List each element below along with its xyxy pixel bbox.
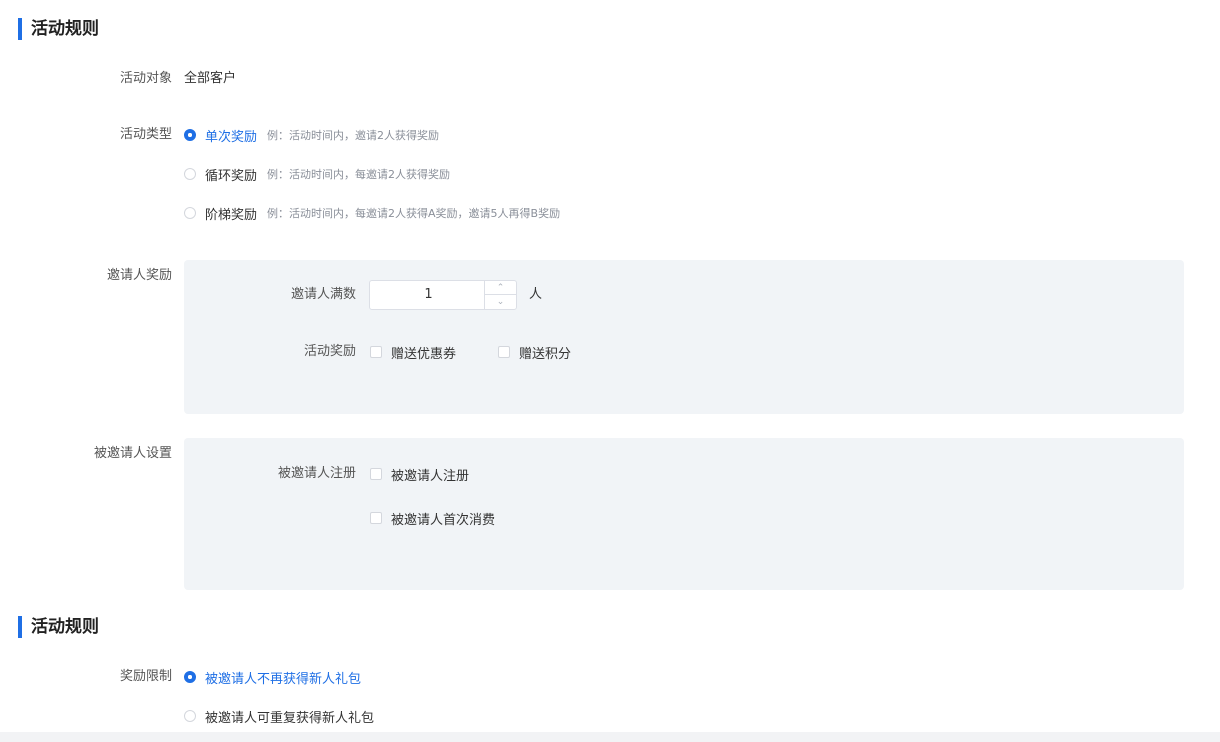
radio-hint: 例：活动时间内，邀请2人获得奖励 (267, 129, 440, 142)
inviter-reward-panel: 邀请人满数 1 ⌃ ⌄ 人 活动奖励 赠送优惠券 赠送积分 (184, 260, 1184, 414)
invitee-register-label: 被邀请人注册 (277, 466, 356, 481)
checkbox-icon[interactable] (370, 468, 382, 480)
invitee-settings-label: 被邀请人设置 (93, 446, 172, 461)
checkbox-coupon[interactable]: 赠送优惠券 (370, 342, 456, 362)
invitee-settings-panel: 被邀请人注册 被邀请人注册 被邀请人首次消费 (184, 438, 1184, 590)
checkbox-points[interactable]: 赠送积分 (498, 342, 571, 362)
count-unit: 人 (529, 287, 543, 302)
checkbox-label: 赠送积分 (519, 346, 572, 362)
radio-hint: 例：活动时间内，每邀请2人获得A奖励，邀请5人再得B奖励 (267, 207, 561, 220)
radio-checked-icon[interactable] (184, 129, 196, 141)
checkbox-label: 被邀请人首次消费 (391, 512, 496, 528)
radio-label: 循环奖励 (205, 168, 258, 184)
radio-hint: 例：活动时间内，每邀请2人获得奖励 (267, 168, 451, 181)
radio-unchecked-icon[interactable] (184, 710, 196, 722)
checkbox-icon[interactable] (370, 346, 382, 358)
radio-ladder-reward[interactable]: 阶梯奖励 例：活动时间内，每邀请2人获得A奖励，邀请5人再得B奖励 (184, 203, 560, 223)
inviter-reward-label: 邀请人奖励 (106, 268, 172, 283)
quantity-stepper[interactable]: 1 ⌃ ⌄ (369, 280, 517, 310)
checkbox-label: 赠送优惠券 (391, 346, 457, 362)
radio-repeat-new-gift[interactable]: 被邀请人可重复获得新人礼包 (184, 706, 374, 726)
radio-no-new-gift[interactable]: 被邀请人不再获得新人礼包 (184, 667, 361, 687)
target-label: 活动对象 (119, 71, 172, 86)
type-label: 活动类型 (119, 127, 172, 142)
chevron-down-icon[interactable]: ⌄ (485, 295, 516, 309)
checkbox-icon[interactable] (370, 512, 382, 524)
radio-label: 被邀请人不再获得新人礼包 (205, 671, 362, 687)
inviter-count-label: 邀请人满数 (290, 287, 356, 302)
checkbox-invitee-first-purchase[interactable]: 被邀请人首次消费 (370, 508, 495, 528)
radio-label: 被邀请人可重复获得新人礼包 (205, 710, 375, 726)
activity-rules-page: 活动规则 活动对象 全部客户 活动类型 单次奖励 例：活动时间内，邀请2人获得奖… (0, 0, 1220, 732)
chevron-up-icon[interactable]: ⌃ (485, 281, 516, 295)
radio-cycle-reward[interactable]: 循环奖励 例：活动时间内，每邀请2人获得奖励 (184, 164, 450, 184)
checkbox-label: 被邀请人注册 (391, 468, 470, 484)
limit-label: 奖励限制 (119, 669, 172, 684)
checkbox-invitee-register[interactable]: 被邀请人注册 (370, 464, 469, 484)
radio-unchecked-icon[interactable] (184, 207, 196, 219)
section-title: 活动规则 (18, 18, 99, 40)
radio-checked-icon[interactable] (184, 671, 196, 683)
radio-label: 单次奖励 (205, 129, 258, 145)
radio-label: 阶梯奖励 (205, 207, 258, 223)
reward-label: 活动奖励 (303, 344, 356, 359)
stepper-value[interactable]: 1 (370, 281, 487, 309)
radio-single-reward[interactable]: 单次奖励 例：活动时间内，邀请2人获得奖励 (184, 125, 439, 145)
checkbox-icon[interactable] (498, 346, 510, 358)
radio-unchecked-icon[interactable] (184, 168, 196, 180)
section-title-2: 活动规则 (18, 616, 99, 638)
target-value: 全部客户 (184, 71, 237, 86)
stepper-buttons: ⌃ ⌄ (484, 281, 516, 309)
